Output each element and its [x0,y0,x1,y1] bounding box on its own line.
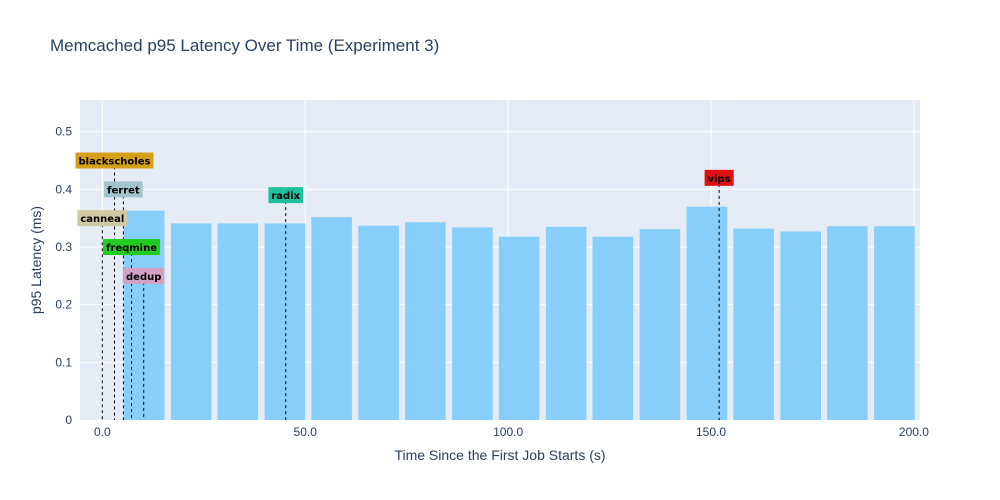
y-axis-title: p95 Latency (ms) [28,206,44,314]
bar [264,223,306,420]
annotation-ferret: ferret [104,181,143,198]
y-tick-label: 0.3 [55,240,72,254]
annotation-label: canneal [80,214,124,225]
bar [170,223,212,420]
y-tick-label: 0.4 [55,182,72,196]
y-tick-label: 0.1 [55,355,72,369]
chart-title: Memcached p95 Latency Over Time (Experim… [50,36,439,55]
annotation-label: freqmine [106,243,157,254]
bar [311,217,352,420]
chart: Memcached p95 Latency Over Time (Experim… [28,36,929,463]
bar [545,226,587,420]
x-tick-label: 150.0 [696,425,726,439]
annotation-label: vips [708,174,731,185]
x-tick-label: 200.0 [899,425,929,439]
bar [405,222,446,420]
bar [780,231,821,420]
annotation-label: dedup [126,272,161,283]
annotation-label: blackscholes [79,157,151,168]
annotation-canneal: canneal [77,210,128,227]
y-tick-label: 0.2 [55,298,72,312]
annotation-freqmine: freqmine [103,239,161,256]
annotation-vips: vips [704,169,734,186]
y-tick-label: 0 [65,413,72,427]
x-axis-title: Time Since the First Job Starts (s) [394,447,605,463]
x-tick-label: 50.0 [294,425,318,439]
bar [733,228,774,420]
annotation-radix: radix [268,187,304,204]
bar [452,227,493,420]
annotation-blackscholes: blackscholes [75,152,154,169]
x-tick-label: 0.0 [94,425,111,439]
bar [827,226,868,420]
bar [358,225,399,420]
annotation-dedup: dedup [123,267,165,284]
x-tick-label: 100.0 [493,425,523,439]
bar [498,236,540,420]
bars [123,206,915,420]
y-tick-label: 0.5 [55,125,72,139]
bar [639,229,681,420]
bar [686,206,728,420]
bar [217,223,259,420]
annotation-label: ferret [107,185,140,196]
annotation-label: radix [271,191,300,202]
bar [874,226,915,420]
bar [592,236,634,420]
